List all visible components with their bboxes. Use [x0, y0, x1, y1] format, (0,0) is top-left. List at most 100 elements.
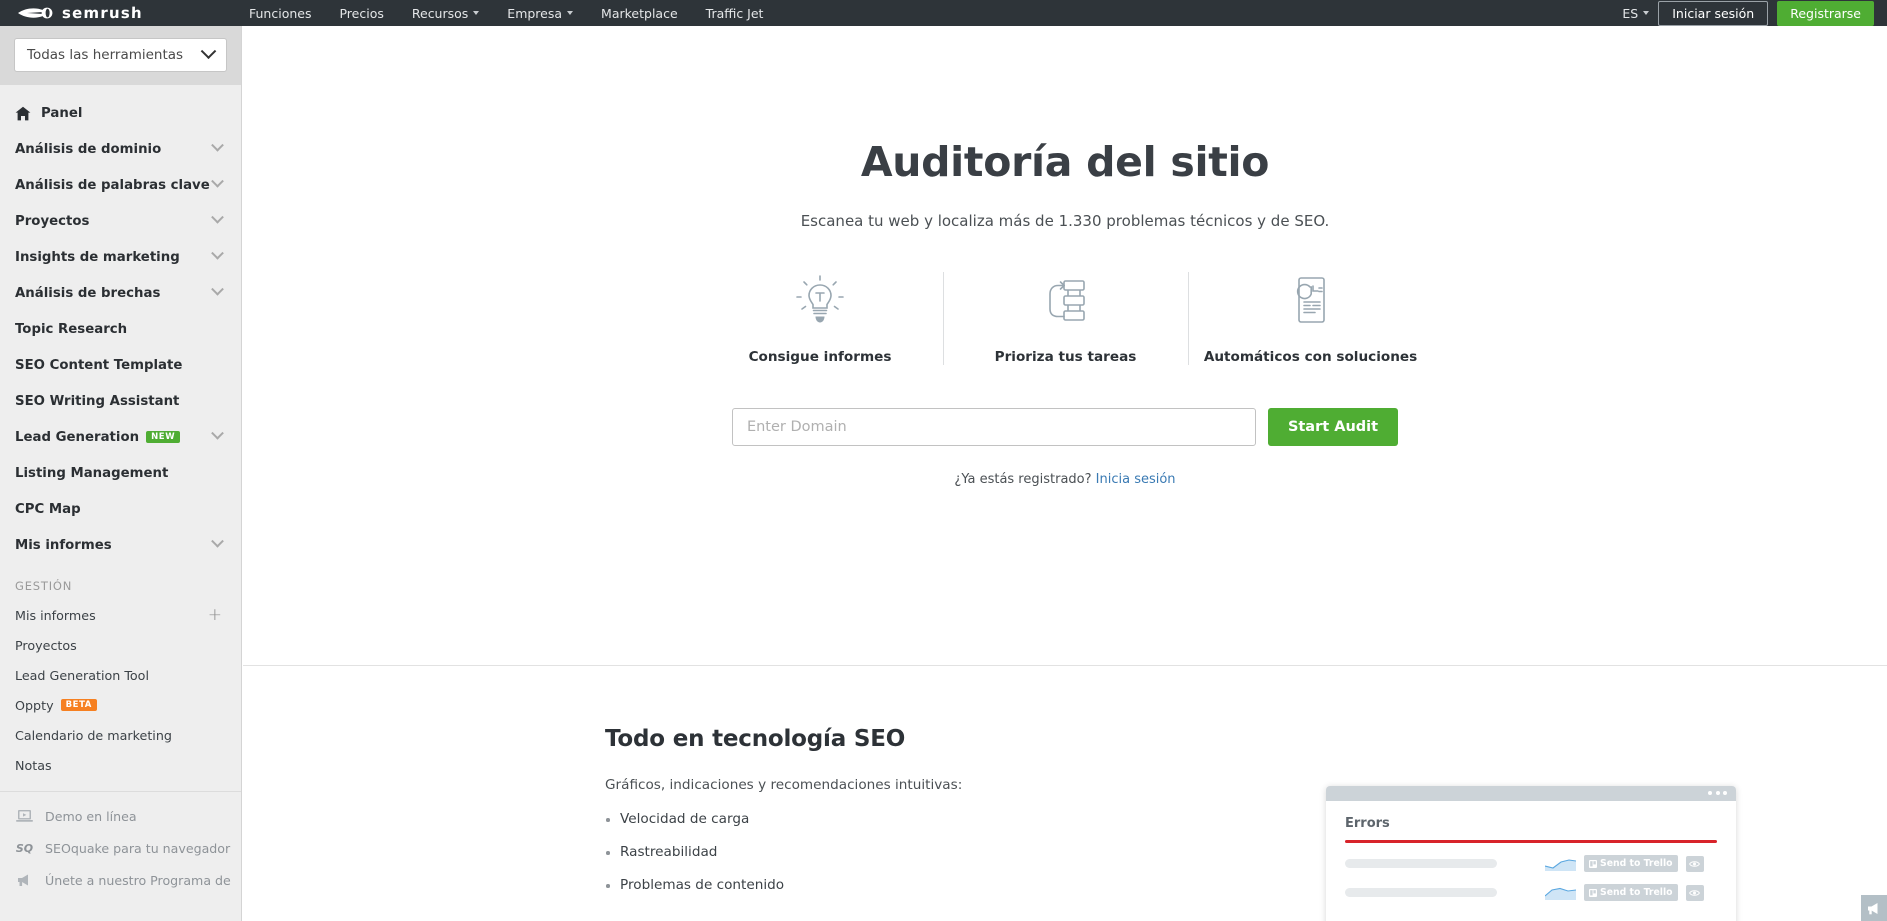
sidebar-subitem-mis-informes[interactable]: Mis informes +: [0, 600, 241, 630]
sidebar-subitem-label: Lead Generation Tool: [15, 667, 149, 683]
sidebar-item-seo-writing-assistant[interactable]: SEO Writing Assistant: [0, 383, 241, 419]
language-selector[interactable]: ES: [1622, 5, 1650, 21]
signup-button[interactable]: Registrarse: [1777, 0, 1874, 26]
mockup-window-chrome: [1326, 786, 1736, 801]
sidebar-subitem-notas[interactable]: Notas: [0, 750, 241, 780]
lower-title: Todo en tecnología SEO: [605, 726, 906, 752]
send-to-trello-label: Send to Trello: [1600, 887, 1673, 898]
all-tools-dropdown[interactable]: Todas las herramientas: [14, 38, 227, 72]
signin-prompt-text: ¿Ya estás registrado?: [954, 472, 1096, 487]
audit-form: Start Audit: [243, 408, 1887, 446]
sidebar-footer-label: Demo en línea: [45, 808, 137, 824]
signin-prompt: ¿Ya estás registrado? Inicia sesión: [243, 472, 1887, 487]
chevron-down-icon: [473, 11, 480, 15]
sidebar-footer-label: SEOquake para tu navegador: [45, 840, 231, 856]
sidebar-footer-demo-en-linea[interactable]: Demo en línea: [0, 800, 241, 832]
sidebar-item-mis-informes[interactable]: Mis informes: [0, 527, 241, 563]
sidebar-subitem-label: Calendario de marketing: [15, 727, 172, 743]
semrush-logo-icon: [18, 7, 53, 19]
chevron-down-icon: [211, 174, 224, 188]
send-to-trello-button[interactable]: Send to Trello: [1584, 855, 1678, 872]
nav-label: Traffic Jet: [705, 5, 764, 21]
trello-icon: [1589, 859, 1597, 868]
megaphone-icon: [15, 873, 34, 887]
sidebar-item-lead-generation[interactable]: Lead Generation NEW: [0, 419, 241, 455]
feature-consigue-informes: Consigue informes: [698, 272, 943, 365]
errors-rule: [1345, 840, 1717, 843]
window-dots-icon: [1708, 791, 1727, 795]
section-divider: [243, 665, 1887, 666]
list-item: Velocidad de carga: [605, 811, 1035, 827]
domain-input[interactable]: [731, 408, 1256, 446]
sidebar-item-seo-content-template[interactable]: SEO Content Template: [0, 347, 241, 383]
sidebar-subitem-calendario-de-marketing[interactable]: Calendario de marketing: [0, 720, 241, 750]
add-report-icon[interactable]: +: [208, 606, 222, 624]
nav-item-recursos[interactable]: Recursos: [398, 6, 493, 21]
sidebar-item-panel[interactable]: Panel: [0, 95, 241, 131]
sidebar-item-analisis-de-palabras-clave[interactable]: Análisis de palabras clave: [0, 167, 241, 203]
sidebar-subitem-label: Oppty: [15, 697, 54, 713]
lower-intro: Gráficos, indicaciones y recomendaciones…: [605, 777, 963, 793]
start-audit-button[interactable]: Start Audit: [1267, 408, 1399, 446]
report-document-icon: [1288, 272, 1334, 328]
seoquake-icon: SQ: [15, 841, 34, 855]
nav-item-empresa[interactable]: Empresa: [493, 6, 587, 21]
sidebar-item-label: Listing Management: [15, 465, 169, 481]
sidebar-footer-programa[interactable]: Únete a nuestro Programa de: [0, 864, 241, 896]
eye-icon: [1689, 860, 1701, 867]
feature-label: Automáticos con soluciones: [1203, 349, 1418, 365]
sidebar-item-label: Análisis de dominio: [15, 141, 162, 157]
chevron-wrap: [211, 174, 224, 190]
sidebar-subitem-oppty[interactable]: Oppty BETA: [0, 690, 241, 720]
send-to-trello-button[interactable]: Send to Trello: [1584, 884, 1678, 901]
task-flow-icon: [1042, 272, 1090, 328]
new-badge: NEW: [146, 431, 181, 443]
mockup-body: Errors Send to Trello Send to Trello: [1326, 801, 1736, 921]
sidebar-subnav: Mis informes + Proyectos Lead Generation…: [0, 600, 241, 780]
chevron-down-icon: [1643, 11, 1650, 15]
nav-label: Recursos: [411, 5, 469, 21]
main-navigation: Funciones Precios Recursos Empresa Marke…: [235, 6, 777, 21]
signin-link[interactable]: Inicia sesión: [1096, 472, 1176, 487]
sidebar: Todas las herramientas Panel Análisis de…: [0, 26, 242, 921]
sidebar-item-listing-management[interactable]: Listing Management: [0, 455, 241, 491]
nav-item-traffic-jet[interactable]: Traffic Jet: [692, 6, 778, 21]
feedback-button[interactable]: [1861, 895, 1887, 921]
sidebar-footer: Demo en línea SQ SEOquake para tu navega…: [0, 792, 241, 896]
home-icon: [15, 106, 31, 120]
mockup-errors-title: Errors: [1345, 816, 1390, 831]
sidebar-item-analisis-de-dominio[interactable]: Análisis de dominio: [0, 131, 241, 167]
nav-label: Empresa: [507, 5, 563, 21]
sidebar-item-label: Proyectos: [15, 213, 90, 229]
chevron-wrap: [211, 426, 224, 442]
sidebar-subitem-lead-generation-tool[interactable]: Lead Generation Tool: [0, 660, 241, 690]
feature-label: Prioriza tus tareas: [994, 349, 1137, 365]
sidebar-item-cpc-map[interactable]: CPC Map: [0, 491, 241, 527]
chevron-down-icon: [567, 11, 574, 15]
nav-item-precios[interactable]: Precios: [325, 6, 397, 21]
sidebar-subitem-proyectos[interactable]: Proyectos: [0, 630, 241, 660]
view-button[interactable]: [1685, 855, 1704, 872]
chevron-down-icon: [211, 246, 224, 260]
chevron-wrap: [211, 138, 224, 154]
view-button[interactable]: [1685, 884, 1704, 901]
chevron-down-icon: [211, 282, 224, 296]
sidebar-item-label: CPC Map: [15, 501, 81, 517]
list-item: Problemas de contenido: [605, 877, 1035, 893]
brand-name: semrush: [61, 4, 143, 22]
sidebar-footer-seoquake[interactable]: SQ SEOquake para tu navegador: [0, 832, 241, 864]
sidebar-subitem-label: Notas: [15, 757, 52, 773]
nav-item-marketplace[interactable]: Marketplace: [587, 6, 692, 21]
language-label: ES: [1622, 5, 1639, 21]
table-row: Send to Trello: [1345, 884, 1717, 901]
nav-item-funciones[interactable]: Funciones: [235, 6, 325, 21]
sidebar-item-analisis-de-brechas[interactable]: Análisis de brechas: [0, 275, 241, 311]
main-content: Auditoría del sitio Escanea tu web y loc…: [243, 26, 1887, 921]
sidebar-item-label: Lead Generation: [15, 429, 140, 445]
login-button[interactable]: Iniciar sesión: [1658, 0, 1769, 26]
chevron-wrap: [211, 210, 224, 226]
brand-logo[interactable]: semrush: [17, 4, 195, 22]
sidebar-item-topic-research[interactable]: Topic Research: [0, 311, 241, 347]
sidebar-item-proyectos[interactable]: Proyectos: [0, 203, 241, 239]
sidebar-item-insights-de-marketing[interactable]: Insights de marketing: [0, 239, 241, 275]
